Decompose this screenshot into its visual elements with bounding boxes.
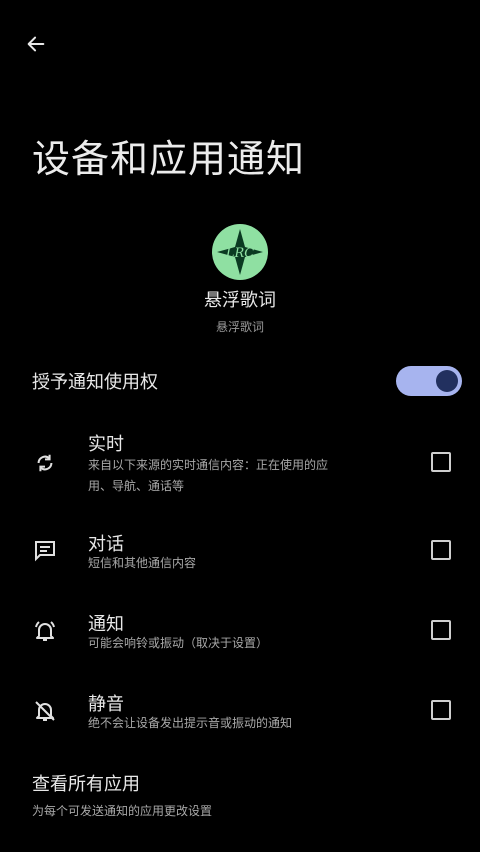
option-silent[interactable]: 静音 绝不会让设备发出提示音或振动的通知	[0, 690, 480, 740]
app-package-name: 悬浮歌词	[215, 320, 264, 334]
grant-notification-access-toggle[interactable]	[396, 366, 462, 396]
option-silent-desc: 绝不会让设备发出提示音或振动的通知	[88, 716, 293, 730]
back-button[interactable]	[22, 30, 50, 58]
see-all-apps-title: 查看所有应用	[32, 774, 140, 795]
lrc-app-icon: LRC	[212, 224, 268, 280]
option-alerting[interactable]: 通知 可能会响铃或振动（取决于设置）	[0, 610, 480, 660]
arrow-left-icon	[27, 36, 45, 52]
option-conversation-desc: 短信和其他通信内容	[88, 556, 197, 570]
toggle-knob	[436, 370, 458, 392]
option-realtime-desc-line1: 来自以下来源的实时通信内容：正在使用的应	[88, 458, 329, 472]
option-alerting-checkbox[interactable]	[431, 620, 451, 640]
see-all-apps-desc: 为每个可发送通知的应用更改设置	[32, 804, 213, 818]
app-icon-text: LRC	[225, 246, 254, 261]
option-realtime-desc-line2: 用、导航、通话等	[88, 479, 185, 493]
sync-icon	[32, 450, 58, 476]
bell-ringing-icon	[32, 618, 58, 644]
option-realtime[interactable]: 实时 来自以下来源的实时通信内容：正在使用的应 用、导航、通话等	[0, 430, 480, 500]
page-title: 设备和应用通知	[32, 137, 306, 181]
app-name: 悬浮歌词	[204, 290, 276, 311]
option-realtime-checkbox[interactable]	[431, 452, 451, 472]
option-silent-checkbox[interactable]	[431, 700, 451, 720]
bell-off-icon	[32, 698, 58, 724]
option-alerting-desc: 可能会响铃或振动（取决于设置）	[88, 636, 269, 650]
grant-notification-access-label: 授予通知使用权	[32, 372, 158, 393]
option-realtime-desc: 来自以下来源的实时通信内容：正在使用的应 用、导航、通话等	[88, 455, 406, 497]
option-conversation-checkbox[interactable]	[431, 540, 451, 560]
grant-notification-access-row[interactable]: 授予通知使用权	[32, 360, 462, 402]
option-realtime-title: 实时	[88, 434, 124, 455]
see-all-apps-row[interactable]: 查看所有应用 为每个可发送通知的应用更改设置	[32, 770, 452, 819]
message-icon	[32, 537, 58, 563]
option-conversation[interactable]: 对话 短信和其他通信内容	[0, 530, 480, 580]
app-header: LRC 悬浮歌词 悬浮歌词	[0, 224, 480, 335]
